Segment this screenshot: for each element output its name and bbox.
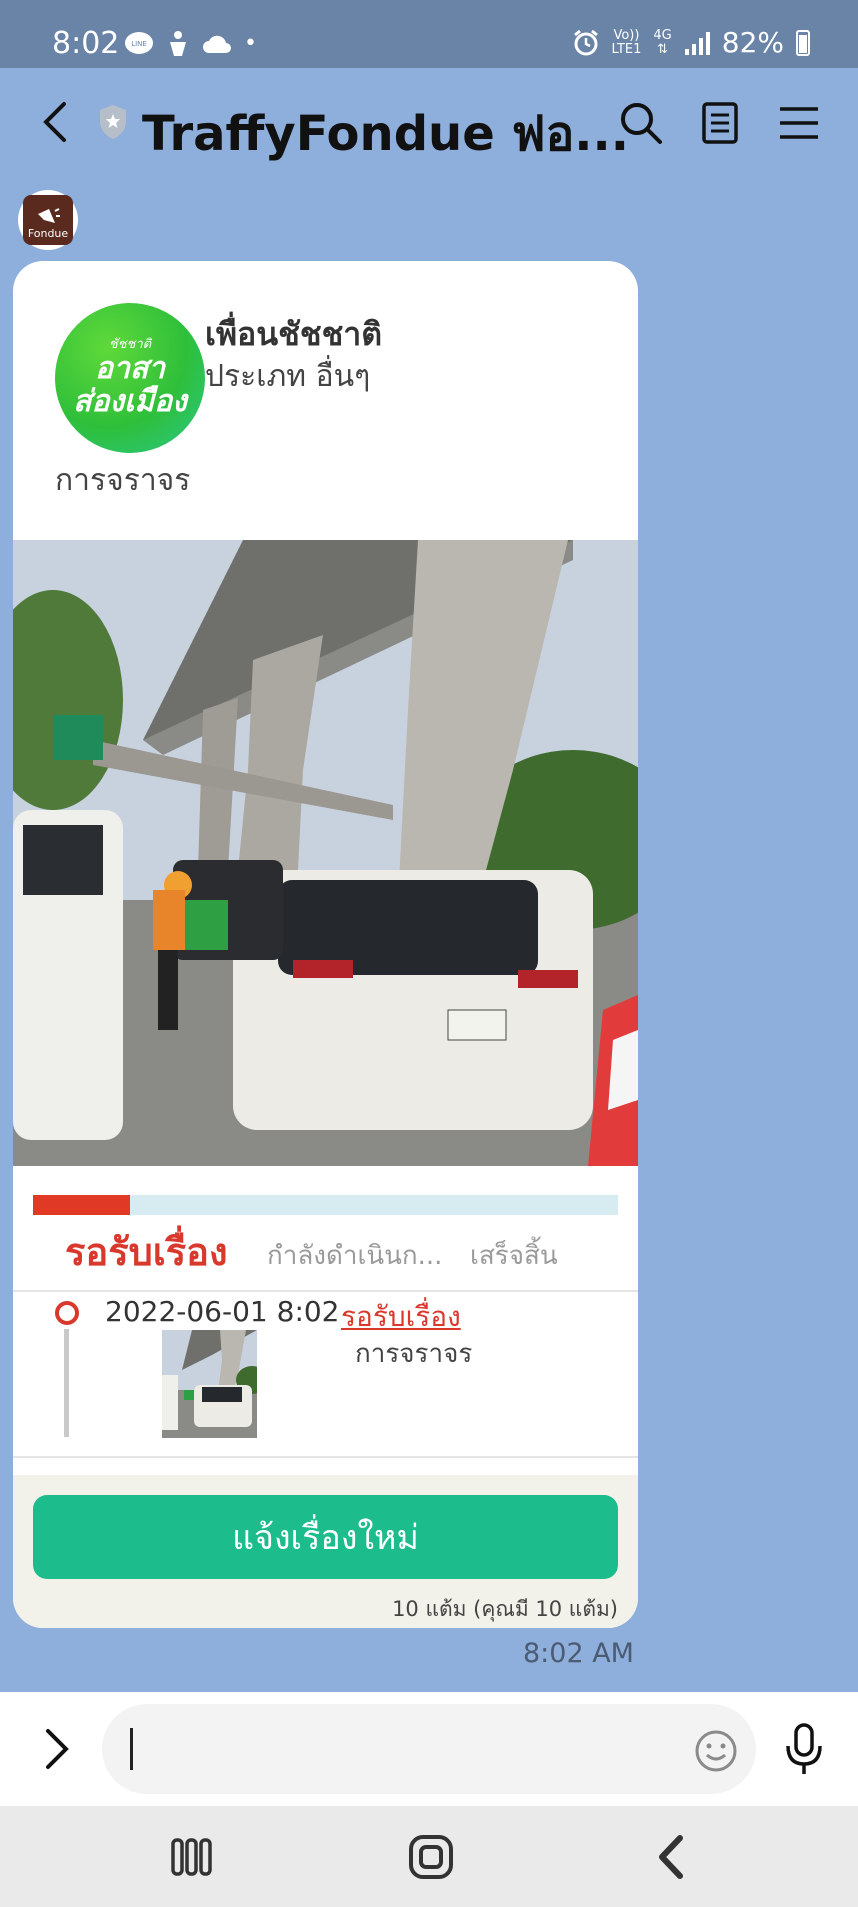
megaphone-icon	[38, 208, 60, 223]
system-icons: Vo)) LTE1 4G ⇅ 82%	[572, 26, 810, 59]
points-text: 10 แต้ม (คุณมี 10 แต้ม)	[392, 1597, 618, 1621]
report-category: ประเภท อื่นๆ	[205, 359, 371, 394]
stage-completed: เสร็จสิ้น	[470, 1241, 558, 1271]
message-timestamp: 8:02 AM	[523, 1638, 634, 1669]
bot-avatar[interactable]: Fondue	[18, 190, 78, 250]
message-input[interactable]	[102, 1704, 756, 1794]
status-progress-bar	[33, 1195, 618, 1215]
report-card: ชัชชาติ อาสา ส่องเมือง เพื่อนชัชชาติ ประ…	[13, 261, 638, 1628]
line-notification-icon: LINE	[125, 32, 153, 54]
card-footer: แจ้งเรื่องใหม่ 10 แต้ม (คุณมี 10 แต้ม)	[13, 1475, 638, 1628]
notification-icons: LINE •	[124, 30, 257, 58]
back-button[interactable]	[38, 100, 74, 144]
expand-menu-icon[interactable]	[38, 1727, 74, 1771]
shield-icon	[100, 105, 126, 139]
chat-header: TraffyFondue ฟอ...	[0, 68, 858, 178]
timeline-dot-icon	[55, 1301, 79, 1325]
microphone-icon[interactable]	[783, 1722, 825, 1776]
alarm-icon	[573, 29, 598, 55]
battery-percent: 82%	[721, 26, 784, 59]
text-cursor	[130, 1728, 133, 1770]
report-topic: การจราจร	[55, 463, 191, 498]
message-input-bar	[0, 1692, 858, 1806]
status-bar: 8:02 LINE • Vo)) LTE1 4G ⇅ 82%	[0, 0, 858, 68]
divider	[13, 1290, 638, 1292]
dot-icon: •	[244, 31, 257, 56]
network-type: 4G ⇅	[653, 27, 672, 57]
chat-title: TraffyFondue ฟอ...	[142, 106, 630, 162]
battery-icon	[796, 29, 810, 56]
notes-icon[interactable]	[697, 100, 743, 146]
emoji-icon[interactable]	[694, 1729, 738, 1773]
accessibility-icon	[170, 31, 186, 56]
search-icon[interactable]	[618, 100, 664, 146]
new-report-button[interactable]: แจ้งเรื่องใหม่	[33, 1495, 618, 1579]
menu-icon[interactable]	[776, 100, 822, 146]
stage-in-progress: กำลังดำเนินก...	[267, 1241, 443, 1271]
report-photo[interactable]	[13, 540, 638, 1166]
timeline-line	[64, 1329, 69, 1437]
stage-pending: รอรับเรื่อง	[65, 1230, 228, 1274]
timeline-date: 2022-06-01 8:02	[105, 1295, 340, 1328]
signal-icon	[684, 31, 710, 55]
svg-text:LINE: LINE	[131, 40, 147, 48]
status-progress-fill	[33, 1195, 130, 1215]
home-icon[interactable]	[406, 1832, 456, 1882]
fondue-logo-icon: Fondue	[23, 195, 73, 245]
reporter-logo: ชัชชาติ อาสา ส่องเมือง	[55, 303, 205, 453]
timeline-thumbnail[interactable]	[162, 1330, 257, 1438]
recent-apps-icon[interactable]	[167, 1832, 217, 1882]
divider	[13, 1456, 638, 1458]
cloud-icon	[203, 35, 231, 53]
status-time: 8:02	[52, 26, 120, 61]
volte-indicator: Vo)) LTE1	[611, 27, 642, 57]
system-navigation-bar	[0, 1806, 858, 1907]
timeline-topic: การจราจร	[355, 1339, 473, 1369]
system-back-icon[interactable]	[648, 1832, 698, 1882]
